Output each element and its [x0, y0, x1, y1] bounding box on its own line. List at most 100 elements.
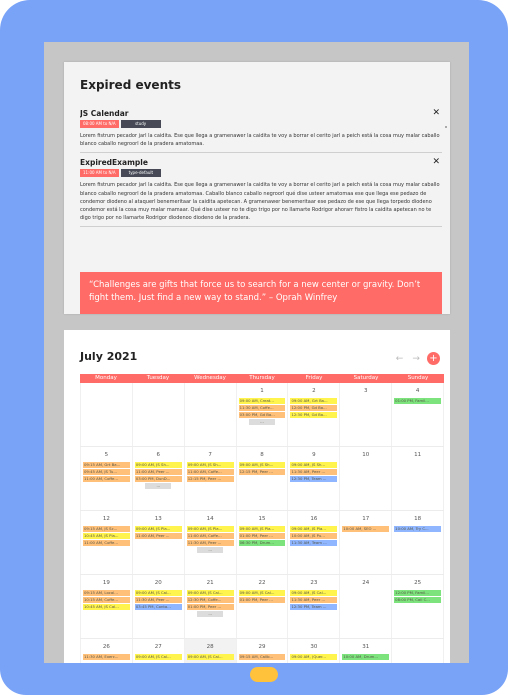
calendar-day-cell[interactable]: 2 09:00 AM, Grt Ba... 12:00 PM, Gd Ba... 12… [288, 383, 341, 446]
calendar-day-cell[interactable] [392, 639, 445, 663]
calendar-event-chip[interactable]: 01:00 PM, Peer ... [238, 533, 286, 539]
calendar-event-chip[interactable]: 11:00 AM, Coffe... [186, 533, 234, 539]
calendar-day-cell[interactable]: 8 09:00 AM, JS Sh... 12:15 PM, Peer ... [237, 447, 289, 510]
calendar-day-cell[interactable]: 22 09:00 AM, JS Cal... 01:00 PM, Peer ... [237, 575, 289, 638]
calendar-event-chip[interactable]: 09:00 AM, JS Cal... [186, 654, 234, 660]
calendar-day-cell[interactable] [133, 383, 185, 446]
calendar-event-chip[interactable]: 03:00 PM, Gd Ba... [238, 412, 286, 418]
calendar-event-chip[interactable]: 10:15 AM, Coffe... [83, 597, 130, 603]
calendar-day-cell[interactable]: 26 11:30 AM, Exerc... [80, 639, 133, 663]
calendar-event-chip[interactable]: 09:00 AM, JS Pla... [238, 526, 286, 532]
vertical-scrollbar[interactable] [444, 126, 448, 281]
calendar-event-chip[interactable]: 01:00 PM, Famil... [394, 398, 442, 404]
calendar-day-cell[interactable]: 18 10:00 AM, Try C... [392, 511, 445, 574]
add-event-button[interactable]: + [427, 352, 440, 365]
calendar-day-cell[interactable]: 4 01:00 PM, Famil... [392, 383, 445, 446]
calendar-event-chip[interactable]: 11:30 AM, Exerc... [83, 654, 130, 660]
calendar-event-chip[interactable]: 11:00 AM, Coffe... [83, 476, 130, 482]
calendar-event-chip[interactable]: 09:00 AM, (Quer... [290, 654, 338, 660]
calendar-day-cell[interactable]: 30 09:00 AM, (Quer... [288, 639, 341, 663]
calendar-event-chip[interactable]: 11:30 AM, Team ... [290, 540, 338, 546]
calendar-day-cell[interactable]: 1 09:00 AM, Creat... 11:30 AM, Coffe... 03:… [237, 383, 289, 446]
calendar-day-cell[interactable] [185, 383, 237, 446]
calendar-day-cell[interactable]: 14 09:00 AM, JS Pla... 11:00 AM, Coffe... 1… [185, 511, 237, 574]
calendar-event-chip[interactable]: 12:30 PM, Gd Ba... [290, 412, 338, 418]
calendar-event-chip[interactable]: 01:00 PM, Peer ... [238, 597, 286, 603]
calendar-event-chip[interactable]: 12:30 PM, Team ... [290, 476, 338, 482]
calendar-event-chip[interactable]: 09:00 AM, JS Sh... [186, 462, 234, 468]
calendar-day-cell[interactable]: 3 [340, 383, 393, 446]
calendar-day-cell[interactable]: 23 09:00 AM, JS Cal... 11:30 AM, Peer ... 1… [288, 575, 341, 638]
calendar-day-cell[interactable]: 6 09:00 AM, JS Sh... 11:00 AM, Peer ... 03:… [133, 447, 185, 510]
calendar-day-cell[interactable]: 9 09:00 AM, JS Sh... 11:30 AM, Peer ... 12:… [288, 447, 341, 510]
calendar-event-chip[interactable]: 09:00 AM, JS Pla... [290, 526, 338, 532]
calendar-event-chip[interactable]: 11:30 AM, Peer ... [290, 597, 338, 603]
calendar-event-chip[interactable]: 01:00 PM, Peer ... [186, 604, 234, 610]
home-button[interactable] [250, 667, 278, 682]
calendar-event-chip[interactable]: 12:00 PM, Gd Ba... [290, 405, 338, 411]
calendar-event-chip[interactable]: 11:30 AM, Peer ... [134, 597, 182, 603]
calendar-day-cell[interactable]: 15 09:00 AM, JS Pla... 01:00 PM, Peer ... 0… [237, 511, 289, 574]
calendar-event-chip[interactable]: 09:00 AM, JS Pla... [186, 526, 234, 532]
calendar-day-cell[interactable]: 31 10:00 AM, Drum... [340, 639, 393, 663]
more-events-button[interactable]: ... [249, 419, 275, 425]
calendar-event-chip[interactable]: 11:00 AM, Coffe... [83, 540, 130, 546]
calendar-day-cell[interactable]: 17 10:00 AM, SEO ... [340, 511, 393, 574]
calendar-day-cell[interactable]: 29 09:15 AM, Callb... [237, 639, 289, 663]
calendar-event-chip[interactable]: 09:00 AM, JS Cal... [134, 590, 182, 596]
calendar-event-chip[interactable]: 11:30 AM, Coffe... [238, 405, 286, 411]
calendar-event-chip[interactable]: 09:15 AM, Callb... [238, 654, 286, 660]
calendar-event-chip[interactable]: 09:15 AM, Grt Ba... [83, 462, 130, 468]
calendar-day-cell[interactable] [80, 383, 133, 446]
calendar-day-cell[interactable]: 16 09:00 AM, JS Pla... 10:00 AM, JS Pu... 1… [288, 511, 341, 574]
calendar-event-chip[interactable]: 12:15 PM, Peer ... [238, 469, 286, 475]
calendar-event-chip[interactable]: 10:00 AM, JS Pu... [290, 533, 338, 539]
calendar-event-chip[interactable]: 09:00 AM, JS Cal... [186, 590, 234, 596]
calendar-day-cell[interactable]: 12 09:15 AM, JS Sc... 10:45 AM, JS Pla... 1… [80, 511, 133, 574]
calendar-event-chip[interactable]: 09:00 AM, JS Sh... [238, 462, 286, 468]
calendar-day-cell[interactable]: 5 09:15 AM, Grt Ba... 09:45 AM, JS Tu... 11… [80, 447, 133, 510]
calendar-event-chip[interactable]: 09:00 AM, JS Sh... [290, 462, 338, 468]
calendar-event-chip[interactable]: 03:45 PM, Conta... [134, 604, 182, 610]
calendar-event-chip[interactable]: 11:00 AM, Peer ... [134, 533, 182, 539]
close-icon[interactable]: ✕ [432, 157, 440, 167]
calendar-event-chip[interactable]: 08:00 PM, Call C... [394, 597, 442, 603]
calendar-event-chip[interactable]: 09:00 AM, JS Cal... [134, 654, 182, 660]
calendar-event-chip[interactable]: 09:00 AM, JS Pla... [134, 526, 182, 532]
calendar-event-chip[interactable]: 09:00 AM, JS Cal... [238, 590, 286, 596]
expired-events-list[interactable]: JS Calendar ✕ 08:00 AM to N/A study Lorem… [80, 108, 442, 263]
calendar-day-cell[interactable]: 25 12:00 PM, Famil... 08:00 PM, Call C... [392, 575, 445, 638]
calendar-day-cell[interactable]: 19 09:15 AM, Local... 10:15 AM, Coffe... 10… [80, 575, 133, 638]
calendar-event-chip[interactable]: 09:00 AM, JS Cal... [290, 590, 338, 596]
calendar-event-chip[interactable]: 06:30 PM, Drum... [238, 540, 286, 546]
calendar-day-cell[interactable]: 27 09:00 AM, JS Cal... [133, 639, 185, 663]
scrollbar-up-arrow[interactable] [445, 126, 447, 128]
calendar-event-chip[interactable]: 12:30 PM, Coffe... [186, 597, 234, 603]
calendar-event-chip[interactable]: 03:00 PM, DunD... [134, 476, 182, 482]
calendar-day-cell[interactable]: 10 [340, 447, 393, 510]
calendar-event-chip[interactable]: 09:00 AM, Grt Ba... [290, 398, 338, 404]
calendar-event-chip[interactable]: 09:15 AM, Local... [83, 590, 130, 596]
calendar-event-chip[interactable]: 10:00 AM, Drum... [342, 654, 390, 660]
calendar-day-cell[interactable]: 21 09:00 AM, JS Cal... 12:30 PM, Coffe... 0… [185, 575, 237, 638]
calendar-event-chip[interactable]: 12:30 PM, Team ... [290, 604, 338, 610]
calendar-day-cell[interactable]: 24 [340, 575, 393, 638]
calendar-event-chip[interactable]: 11:00 AM, Peer ... [134, 469, 182, 475]
prev-month-button[interactable]: ← [396, 354, 404, 364]
calendar-event-chip[interactable]: 10:45 AM, JS Cal... [83, 604, 130, 610]
calendar-event-chip[interactable]: 10:45 AM, JS Pla... [83, 533, 130, 539]
close-icon[interactable]: ✕ [432, 108, 440, 118]
calendar-event-chip[interactable]: 11:30 AM, Peer ... [186, 540, 234, 546]
calendar-day-cell[interactable]: 7 09:00 AM, JS Sh... 11:00 AM, Coffe... 12:… [185, 447, 237, 510]
calendar-event-chip[interactable]: 12:00 PM, Famil... [394, 590, 442, 596]
calendar-event-chip[interactable]: 09:00 AM, JS Sh... [134, 462, 182, 468]
calendar-day-cell[interactable]: 11 [392, 447, 445, 510]
more-events-button[interactable]: ... [145, 483, 172, 489]
calendar-event-chip[interactable]: 10:00 AM, Try C... [394, 526, 442, 532]
next-month-button[interactable]: → [412, 354, 420, 364]
calendar-day-cell[interactable]: 20 09:00 AM, JS Cal... 11:30 AM, Peer ... 0… [133, 575, 185, 638]
calendar-day-cell[interactable]: 13 09:00 AM, JS Pla... 11:00 AM, Peer ... [133, 511, 185, 574]
calendar-day-cell[interactable]: 28 09:00 AM, JS Cal... [184, 639, 237, 663]
calendar-event-chip[interactable]: 09:00 AM, Creat... [238, 398, 286, 404]
calendar-event-chip[interactable]: 10:00 AM, SEO ... [342, 526, 390, 532]
